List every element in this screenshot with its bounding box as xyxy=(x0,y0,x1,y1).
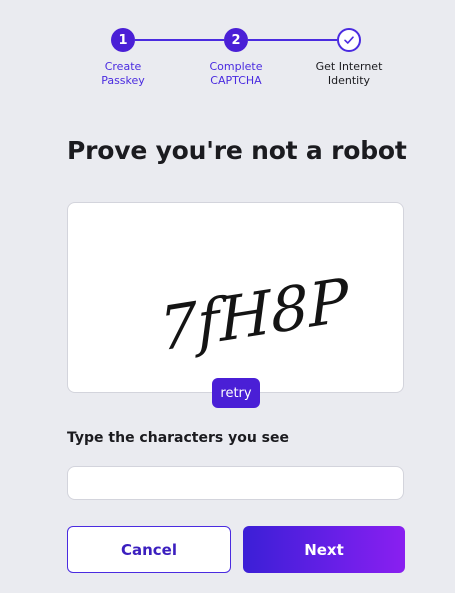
captcha-text: 7fH8P xyxy=(158,265,352,365)
step-1-label: Create Passkey xyxy=(73,60,173,88)
step-2-label: Complete CAPTCHA xyxy=(186,60,286,88)
captcha-image-art: 7fH8P xyxy=(158,265,352,365)
step-1-label-line2: Passkey xyxy=(101,74,145,87)
next-button[interactable]: Next xyxy=(243,526,405,573)
captcha-image: 7fH8P xyxy=(67,202,404,393)
step-3-circle xyxy=(337,28,361,52)
step-3-label-line2: Identity xyxy=(327,74,371,87)
captcha-input[interactable] xyxy=(67,466,404,500)
cancel-button[interactable]: Cancel xyxy=(67,526,231,573)
step-complete-captcha: 2 Complete CAPTCHA xyxy=(186,28,286,88)
step-get-internet-identity: Get Internet Identity xyxy=(299,28,399,88)
step-2-label-line2: CAPTCHA xyxy=(210,74,262,87)
step-3-label: Get Internet Identity xyxy=(299,60,399,88)
step-create-passkey: 1 Create Passkey xyxy=(73,28,173,88)
captcha-input-label: Type the characters you see xyxy=(67,430,290,446)
step-3-label-line1: Get Internet xyxy=(315,60,383,73)
step-2-number: 2 xyxy=(224,28,248,52)
step-2-label-line1: Complete xyxy=(209,60,263,73)
step-1-label-line1: Create xyxy=(104,60,142,73)
progress-stepper: 1 Create Passkey 2 Complete CAPTCHA Get … xyxy=(0,0,455,100)
check-icon xyxy=(344,36,354,44)
step-1-number: 1 xyxy=(111,28,135,52)
page-title: Prove you're not a robot xyxy=(67,136,407,165)
retry-button[interactable]: retry xyxy=(212,378,260,408)
